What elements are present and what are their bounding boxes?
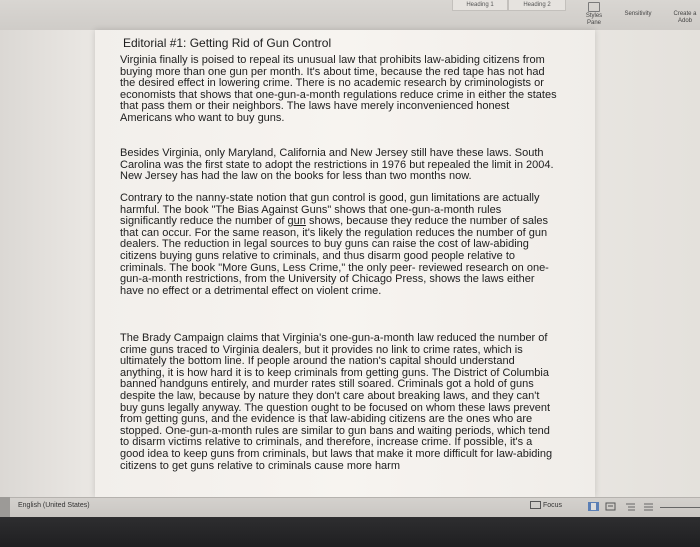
paragraph-3[interactable]: Contrary to the nanny-state notion that … (120, 192, 558, 297)
adobe-pdf-icon (680, 2, 690, 10)
style-heading-2-label: Heading 2 (523, 2, 551, 8)
status-bar-corner (0, 497, 10, 517)
screen-bezel (0, 517, 700, 547)
style-heading-2[interactable]: Heading 2 (508, 0, 566, 11)
styles-pane-icon (588, 2, 600, 12)
document-page[interactable]: Editorial #1: Getting Rid of Gun Control… (95, 30, 595, 497)
focus-button[interactable]: Focus (530, 501, 562, 509)
styles-pane-label: Styles Pane (585, 13, 603, 26)
status-bar: English (United States) Focus (0, 497, 700, 518)
zoom-slider[interactable] (660, 507, 700, 508)
sensitivity-button[interactable]: Sensitivity (620, 2, 656, 18)
underlined-word: gun (287, 215, 306, 228)
web-layout-icon[interactable] (605, 502, 616, 511)
sensitivity-icon (633, 2, 643, 10)
sensitivity-label: Sensitivity (624, 11, 652, 17)
style-heading-1-label: Heading 1 (466, 2, 494, 8)
paragraph-4[interactable]: The Brady Campaign claims that Virginia'… (120, 332, 558, 472)
paragraph-2[interactable]: Besides Virginia, only Maryland, Califor… (120, 147, 558, 183)
print-layout-icon[interactable] (588, 502, 599, 511)
styles-pane-button[interactable]: Styles Pane (583, 2, 605, 27)
language-indicator[interactable]: English (United States) (18, 502, 90, 509)
focus-icon (530, 501, 541, 509)
create-adobe-label: Create a Adob (673, 11, 697, 24)
draft-view-icon[interactable] (643, 502, 654, 511)
ribbon: Heading 1 Heading 2 Styles Pane Sensitiv… (0, 0, 700, 30)
create-adobe-pdf-button[interactable]: Create a Adob (670, 2, 700, 25)
paragraph-3-text-after: shows, because they reduce the number of… (120, 215, 549, 297)
focus-label: Focus (543, 501, 563, 509)
style-heading-1[interactable]: Heading 1 (452, 0, 508, 11)
document-area[interactable]: Editorial #1: Getting Rid of Gun Control… (0, 30, 700, 497)
document-title[interactable]: Editorial #1: Getting Rid of Gun Control (123, 36, 331, 50)
paragraph-1[interactable]: Virginia finally is poised to repeal its… (120, 54, 558, 125)
outline-view-icon[interactable] (625, 502, 636, 511)
